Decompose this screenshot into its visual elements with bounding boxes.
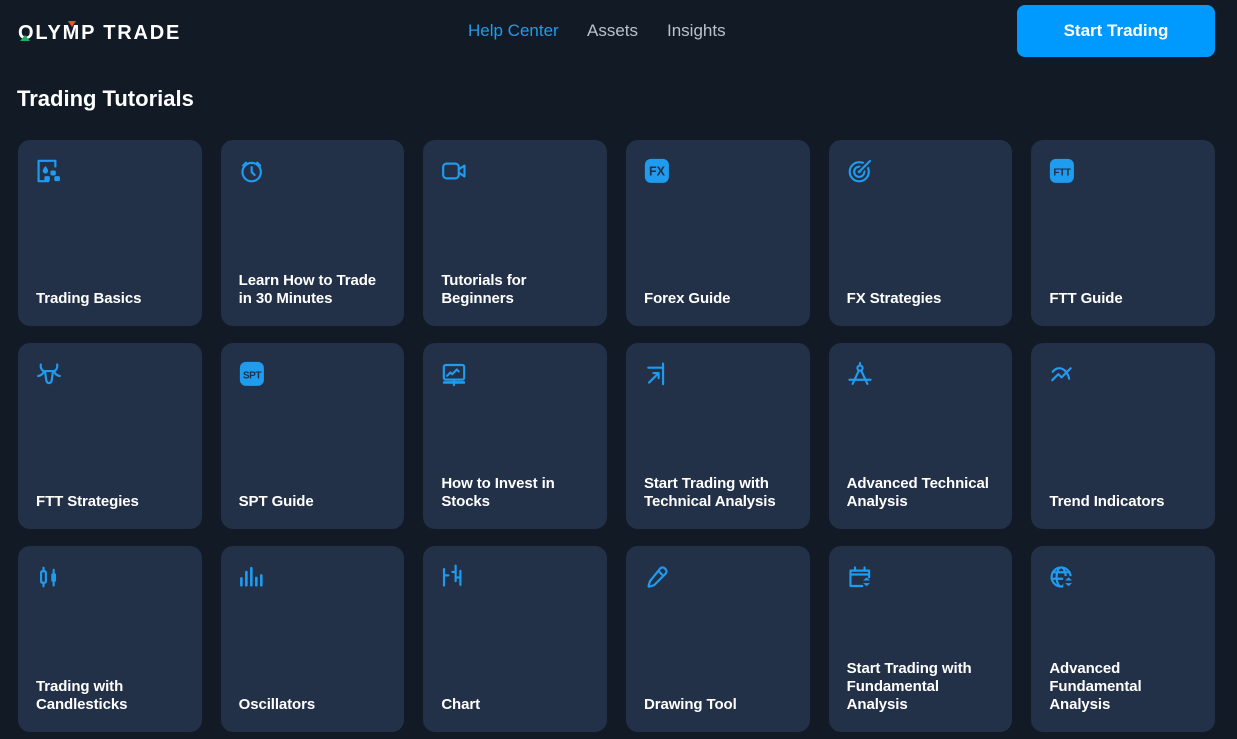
svg-text:FTT: FTT: [1054, 167, 1072, 178]
svg-text:SPT: SPT: [243, 370, 263, 381]
svg-text:FX: FX: [649, 164, 666, 178]
